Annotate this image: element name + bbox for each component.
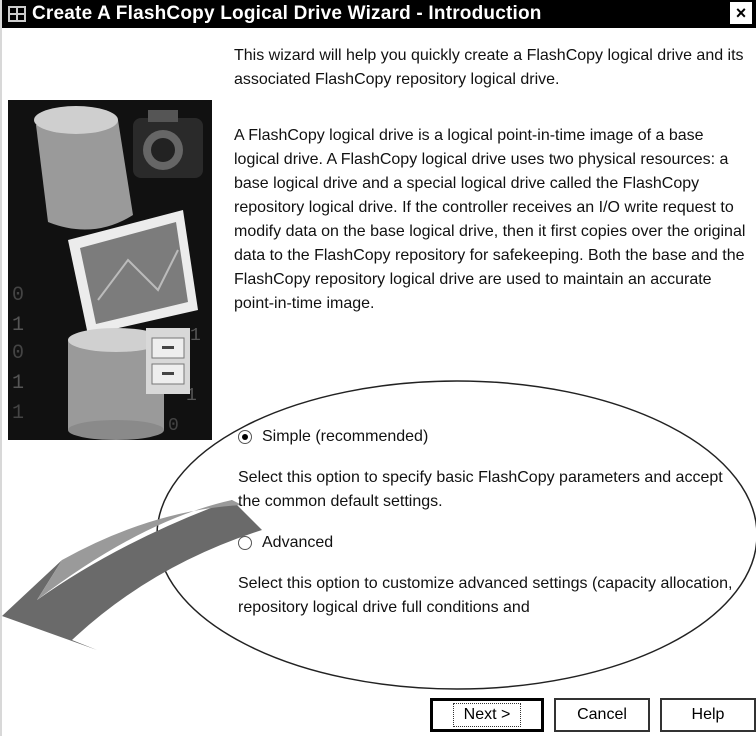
advanced-option[interactable]: Advanced bbox=[238, 534, 333, 552]
window-title: Create A FlashCopy Logical Drive Wizard … bbox=[32, 3, 542, 24]
svg-text:0: 0 bbox=[12, 284, 24, 307]
simple-option[interactable]: Simple (recommended) bbox=[238, 428, 428, 446]
svg-text:1: 1 bbox=[12, 314, 24, 337]
intro-paragraph-1: This wizard will help you quickly create… bbox=[234, 47, 744, 88]
next-button-label: Next > bbox=[452, 703, 522, 727]
advanced-description: Select this option to customize advanced… bbox=[238, 575, 733, 616]
help-button[interactable]: Help bbox=[660, 698, 756, 732]
simple-radio[interactable] bbox=[238, 430, 252, 444]
simple-label[interactable]: Simple (recommended) bbox=[262, 428, 428, 446]
svg-text:0: 0 bbox=[12, 342, 24, 365]
next-button[interactable]: Next > bbox=[430, 698, 544, 732]
svg-text:0: 0 bbox=[168, 416, 179, 436]
svg-text:1: 1 bbox=[12, 402, 24, 425]
title-bar: Create A FlashCopy Logical Drive Wizard … bbox=[2, 0, 756, 28]
flashcopy-illustration: 0 1 0 1 1 0 1 0 1 0 bbox=[8, 100, 212, 440]
cancel-button[interactable]: Cancel bbox=[554, 698, 650, 732]
svg-text:1: 1 bbox=[190, 326, 201, 346]
close-icon[interactable]: × bbox=[730, 2, 752, 24]
window-app-icon bbox=[8, 6, 26, 22]
simple-description: Select this option to specify basic Flas… bbox=[238, 469, 723, 510]
wizard-window: Create A FlashCopy Logical Drive Wizard … bbox=[0, 0, 756, 736]
intro-paragraph-2: A FlashCopy logical drive is a logical p… bbox=[234, 127, 746, 312]
svg-text:1: 1 bbox=[12, 372, 24, 395]
advanced-label[interactable]: Advanced bbox=[262, 534, 333, 552]
help-button-label: Help bbox=[691, 706, 725, 723]
advanced-radio[interactable] bbox=[238, 536, 252, 550]
cancel-button-label: Cancel bbox=[577, 706, 627, 723]
